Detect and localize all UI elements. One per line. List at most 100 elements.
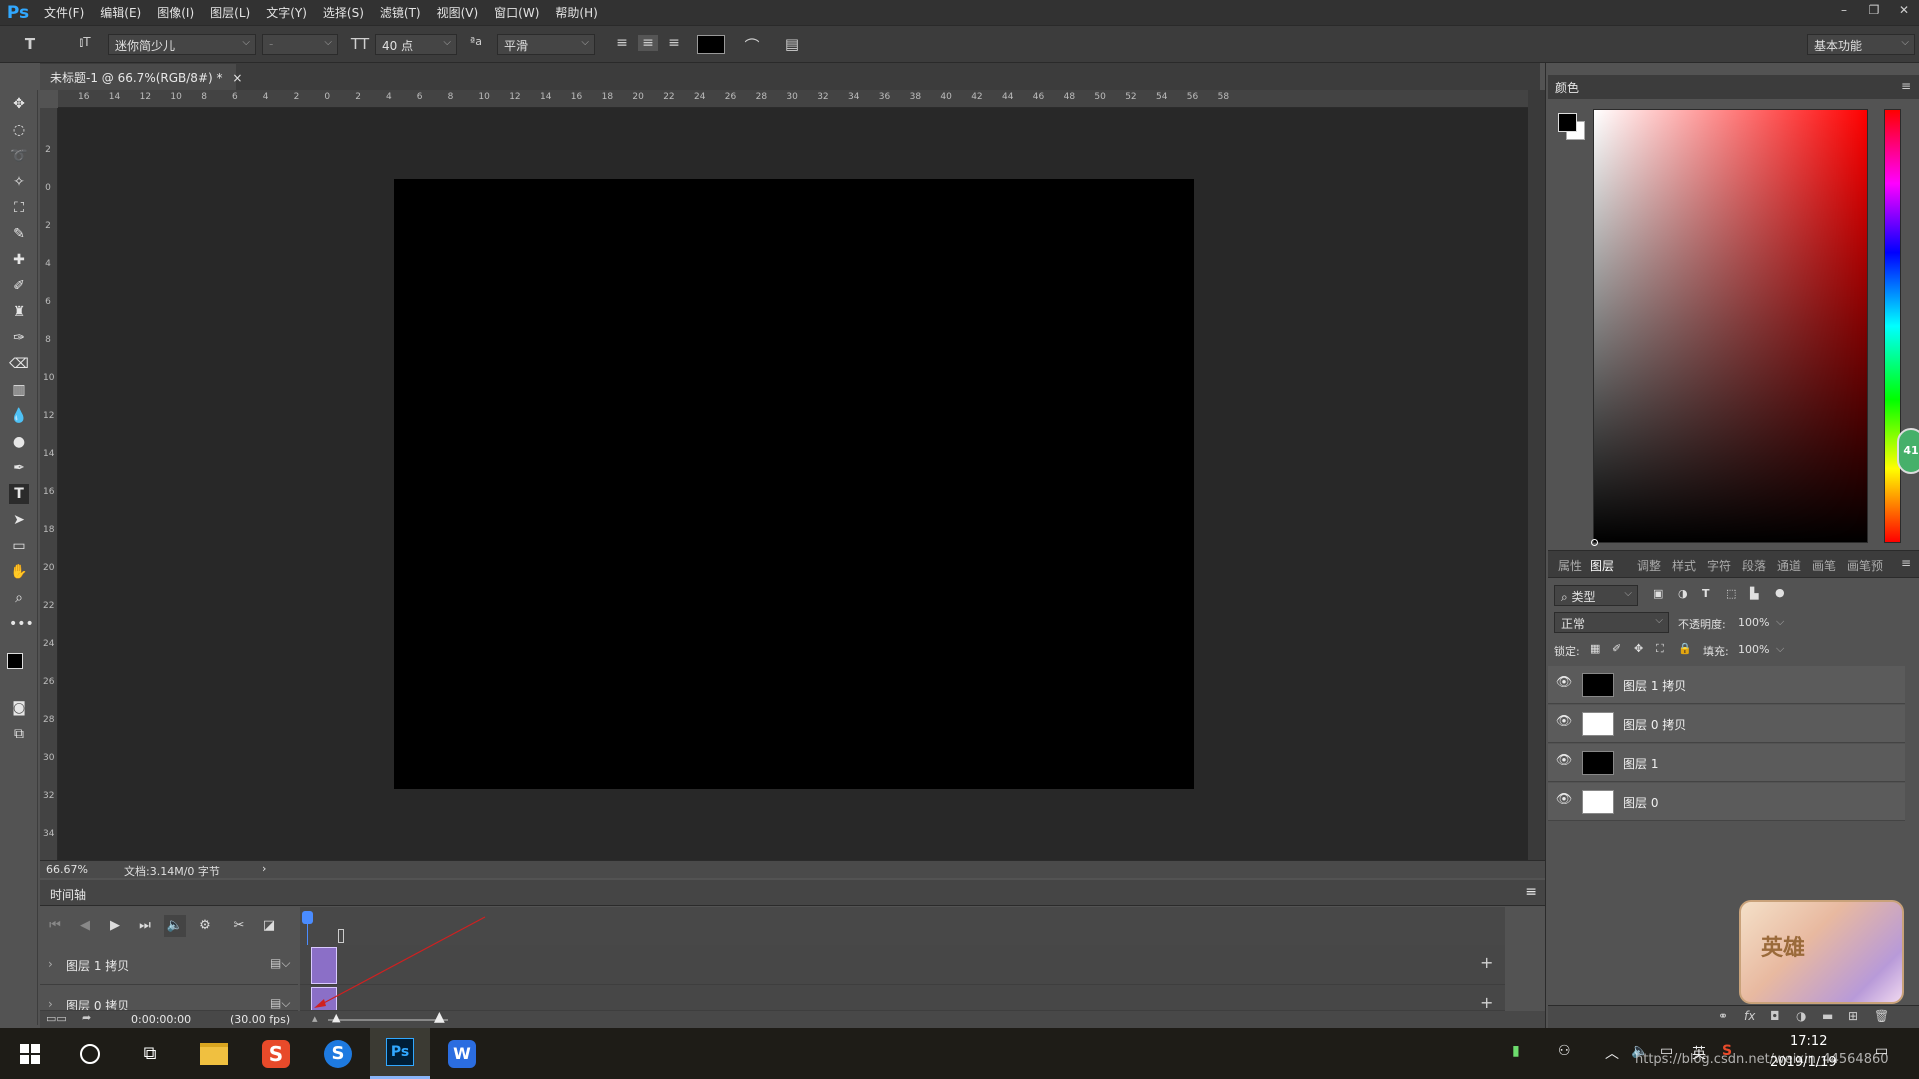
visibility-eye-icon[interactable]: 👁 (1555, 753, 1573, 768)
zoom-slider-thumb[interactable]: ▲ (332, 1011, 340, 1024)
font-style-dropdown[interactable]: - ⌵ (262, 34, 338, 55)
lock-transparent-icon[interactable]: ▦ (1590, 642, 1600, 655)
go-to-first-frame-icon[interactable]: ⏮ (44, 915, 66, 937)
wps-writer-icon[interactable]: W (432, 1028, 492, 1079)
hue-value-knob[interactable]: 41 (1897, 428, 1919, 474)
font-family-dropdown[interactable]: 迷你简少儿 ⌵ (108, 34, 256, 55)
menu-edit[interactable]: 编辑(E) (92, 4, 149, 21)
restore-button[interactable]: ❐ (1859, 0, 1889, 20)
eyedropper-tool-icon[interactable]: ✎ (9, 224, 29, 244)
fill-chevron-icon[interactable]: ⌵ (1776, 642, 1784, 656)
layers-panel-menu-icon[interactable]: ≡ (1901, 556, 1911, 570)
layer-row[interactable]: 👁 图层 1 (1548, 744, 1905, 782)
tab-paragraph[interactable]: 段落 (1742, 557, 1766, 574)
photoshop-taskbar-icon[interactable]: Ps (370, 1028, 430, 1079)
task-view-icon[interactable]: ⧉ (120, 1028, 180, 1079)
menu-type[interactable]: 文字(Y) (258, 4, 315, 21)
zoom-out-icon[interactable]: ▴ (312, 1012, 318, 1025)
more-tools-icon[interactable]: ••• (9, 614, 34, 634)
workspace-dropdown[interactable]: 基本功能 ⌵ (1807, 34, 1915, 55)
clock-time[interactable]: 17:12 (1790, 1034, 1827, 1049)
hand-tool-icon[interactable]: ✋ (9, 562, 29, 582)
link-layers-icon[interactable]: ⚭ (1718, 1009, 1728, 1023)
tab-character[interactable]: 字符 (1707, 557, 1731, 574)
menu-view[interactable]: 视图(V) (429, 4, 487, 21)
menu-layer[interactable]: 图层(L) (202, 4, 258, 21)
filter-pixel-icon[interactable]: ▣ (1653, 587, 1663, 600)
brush-tool-icon[interactable]: ✐ (9, 276, 29, 296)
eraser-tool-icon[interactable]: ⌫ (9, 354, 29, 374)
history-brush-icon[interactable]: ✑ (9, 328, 29, 348)
filter-shape-icon[interactable]: ⬚ (1726, 587, 1736, 600)
expand-chevron-icon[interactable]: › (48, 997, 53, 1010)
opacity-value[interactable]: 100% (1738, 616, 1769, 629)
expand-chevron-icon[interactable]: › (48, 957, 53, 971)
add-media-icon[interactable]: + (1480, 953, 1493, 972)
fg-color-chip[interactable] (1558, 113, 1577, 132)
timeline-menu-icon[interactable]: ≡ (1525, 884, 1537, 900)
move-tool-icon[interactable]: ✥ (9, 94, 29, 114)
tab-layers[interactable]: 图层 (1590, 557, 1614, 574)
tray-chevron-icon[interactable]: ︿ (1605, 1043, 1619, 1063)
sogou-input-icon[interactable]: S (246, 1028, 306, 1079)
delete-layer-icon[interactable]: 🗑 (1874, 1009, 1889, 1023)
lock-pixels-icon[interactable]: ✐ (1612, 642, 1621, 655)
menu-image[interactable]: 图像(I) (149, 4, 202, 21)
layer-row[interactable]: 👁 图层 0 拷贝 (1548, 705, 1905, 743)
tab-channels[interactable]: 通道 (1777, 557, 1801, 574)
split-scissors-icon[interactable]: ✂ (228, 915, 250, 937)
search-circle-icon[interactable] (60, 1028, 120, 1079)
blend-mode-dropdown[interactable]: 正常 ⌵ (1554, 612, 1669, 633)
document-canvas[interactable] (394, 179, 1194, 789)
previous-frame-icon[interactable]: ◀ (74, 915, 96, 937)
document-tab[interactable]: 未标题-1 @ 66.7%(RGB/8#) * × (40, 64, 242, 90)
gradient-tool-icon[interactable]: ▥ (9, 380, 29, 400)
zoom-in-icon[interactable]: ▲ (434, 1009, 445, 1025)
crop-tool-icon[interactable]: ⛶ (9, 198, 29, 218)
settings-gear-icon[interactable]: ⚙ (194, 915, 216, 937)
type-tool-icon[interactable]: T (9, 484, 29, 504)
color-picker-cursor[interactable] (1591, 539, 1598, 546)
tab-adjustments[interactable]: 调整 (1637, 557, 1661, 574)
lock-position-icon[interactable]: ✥ (1634, 642, 1643, 655)
path-select-icon[interactable]: ➤ (9, 510, 29, 530)
screen-mode-icon[interactable]: ⧉ (9, 724, 29, 744)
lock-artboard-icon[interactable]: ⛶ (1656, 642, 1664, 656)
stamp-tool-icon[interactable]: ♜ (9, 302, 29, 322)
warp-text-icon[interactable]: ⌒ (742, 35, 762, 56)
align-left-icon[interactable]: ≡ (612, 35, 632, 51)
close-tab-icon[interactable]: × (232, 71, 242, 85)
start-windows-icon[interactable] (0, 1028, 60, 1079)
visibility-eye-icon[interactable]: 👁 (1555, 714, 1573, 729)
zoom-tool-icon[interactable]: ⌕ (9, 588, 29, 608)
hue-slider[interactable] (1884, 109, 1901, 543)
play-icon[interactable]: ▶ (104, 915, 126, 937)
font-size-dropdown[interactable]: 40 点 ⌵ (375, 34, 457, 55)
battery-icon[interactable]: ▮ (1512, 1043, 1520, 1059)
vertical-scrollbar[interactable] (1528, 90, 1545, 860)
menu-filter[interactable]: 滤镜(T) (372, 4, 429, 21)
sogou-browser-icon[interactable]: S (308, 1028, 368, 1079)
timeline-layer-row[interactable]: › 图层 0 拷贝 ▤⌵ (40, 985, 298, 1011)
film-strip-icon[interactable]: ▤⌵ (270, 956, 290, 971)
zoom-level[interactable]: 66.67% (46, 863, 88, 876)
timeline-layer-row[interactable]: › 图层 1 拷贝 ▤⌵ (40, 945, 298, 985)
new-group-icon[interactable]: ▬ (1822, 1009, 1833, 1023)
layer-row[interactable]: 👁 图层 1 拷贝 (1548, 666, 1905, 704)
text-orientation-icon[interactable]: ⫾T (75, 35, 95, 50)
color-field[interactable] (1591, 109, 1868, 546)
blur-tool-icon[interactable]: 💧 (9, 406, 29, 426)
new-layer-icon[interactable]: ⊞ (1848, 1009, 1858, 1023)
film-strip-icon[interactable]: ▤⌵ (270, 996, 290, 1010)
pen-tool-icon[interactable]: ✒ (9, 458, 29, 478)
lock-all-icon[interactable]: 🔒 (1678, 642, 1692, 655)
tab-brushes[interactable]: 画笔 (1812, 557, 1836, 574)
add-media-icon[interactable]: + (1480, 993, 1493, 1010)
file-explorer-icon[interactable] (184, 1028, 244, 1079)
add-mask-icon[interactable]: ◘ (1770, 1009, 1780, 1023)
align-right-icon[interactable]: ≡ (664, 35, 684, 51)
color-panel-title[interactable]: 颜色 (1555, 79, 1579, 96)
menu-file[interactable]: 文件(F) (36, 4, 92, 21)
tab-brush-presets[interactable]: 画笔预 (1847, 557, 1883, 574)
quick-mask-icon[interactable]: ◙ (9, 698, 29, 718)
